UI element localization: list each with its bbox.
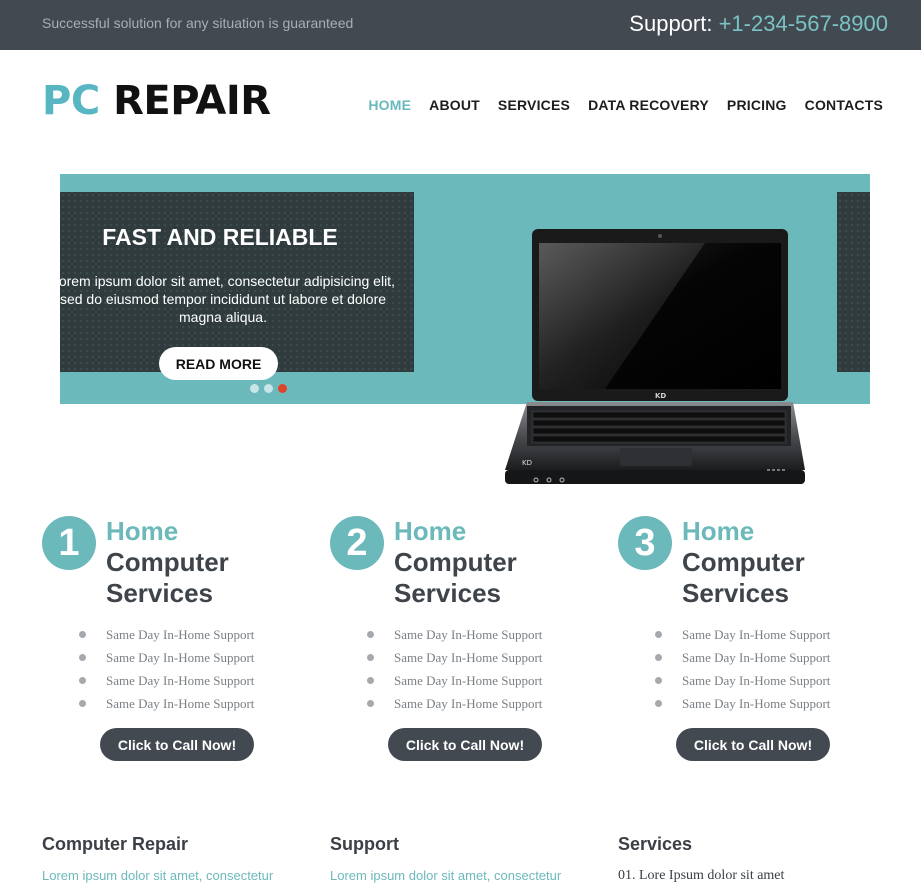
slider-pagination — [250, 384, 287, 393]
logo-pc: PC — [42, 78, 100, 124]
services-column: Services 01. Lore Ipsum dolor sit amet — [618, 834, 868, 885]
phone-number[interactable]: +1-234-567-8900 — [719, 11, 888, 36]
column-link-text[interactable]: Lorem ipsum dolor sit amet, consectetur — [42, 867, 292, 885]
support-phone[interactable]: Support: +1-234-567-8900 — [629, 11, 888, 37]
main-nav: HOME ABOUT SERVICES DATA RECOVERY PRICIN… — [368, 97, 883, 113]
feature-list-item: Same Day In-Home Support — [366, 650, 542, 673]
slide-title: FAST AND RELIABLE — [102, 224, 338, 250]
feature-title-line: Services — [682, 578, 789, 608]
column-title: Support — [330, 834, 399, 854]
nav-data-recovery[interactable]: DATA RECOVERY — [588, 97, 709, 113]
column-link-text[interactable]: Lorem ipsum dolor sit amet, consectetur — [330, 867, 580, 885]
column-title: Services — [618, 834, 693, 854]
slide-text: Lorem ipsum dolor sit amet, consectetur … — [51, 273, 395, 325]
feature-list: Same Day In-Home Support Same Day In-Hom… — [366, 627, 542, 719]
slide-dot-2[interactable] — [264, 384, 273, 393]
feature-list-item: Same Day In-Home Support — [654, 627, 830, 650]
feature-title: Home Computer Services — [394, 516, 594, 609]
feature-title-accent: Home — [682, 516, 755, 546]
call-now-button[interactable]: Click to Call Now! — [676, 728, 830, 761]
feature-title-line: Computer — [394, 547, 517, 577]
support-label: Support: — [629, 11, 719, 36]
logo[interactable]: PC REPAIR — [42, 78, 271, 124]
feature-title: Home Computer Services — [682, 516, 882, 609]
feature-list-item: Same Day In-Home Support — [366, 696, 542, 719]
feature-list-item: Same Day In-Home Support — [654, 696, 830, 719]
laptop-image: KD KD — [505, 229, 805, 484]
column-title: Computer Repair — [42, 834, 189, 854]
top-bar: Successful solution for any situation is… — [0, 0, 921, 50]
feature-number-badge: 3 — [618, 516, 672, 570]
feature-title-accent: Home — [106, 516, 179, 546]
feature-title-line: Services — [394, 578, 501, 608]
laptop-brand: KD — [655, 392, 666, 400]
computer-repair-column: Computer Repair Lorem ipsum dolor sit am… — [42, 834, 292, 885]
feature-list: Same Day In-Home Support Same Day In-Hom… — [654, 627, 830, 719]
feature-number-badge: 1 — [42, 516, 96, 570]
feature-title-accent: Home — [394, 516, 467, 546]
feature-title-line: Computer — [106, 547, 229, 577]
feature-list-item: Same Day In-Home Support — [366, 627, 542, 650]
read-more-button[interactable]: READ MORE — [159, 347, 278, 380]
nav-pricing[interactable]: PRICING — [727, 97, 787, 113]
logo-repair: REPAIR — [113, 78, 271, 124]
svg-text:KD: KD — [522, 459, 532, 467]
feature-list-item: Same Day In-Home Support — [654, 650, 830, 673]
feature-title-line: Computer — [682, 547, 805, 577]
tagline: Successful solution for any situation is… — [42, 15, 354, 31]
nav-about[interactable]: ABOUT — [429, 97, 480, 113]
next-slide-caption — [837, 192, 870, 372]
feature-list-item: Same Day In-Home Support — [654, 673, 830, 696]
slide-caption: FAST AND RELIABLE Lorem ipsum dolor sit … — [51, 192, 414, 380]
feature-title-line: Services — [106, 578, 213, 608]
nav-contacts[interactable]: CONTACTS — [805, 97, 883, 113]
feature-number-badge: 2 — [330, 516, 384, 570]
nav-services[interactable]: SERVICES — [498, 97, 570, 113]
feature-list: Same Day In-Home Support Same Day In-Hom… — [78, 627, 254, 719]
feature-list-item: Same Day In-Home Support — [78, 650, 254, 673]
feature-list-item: Same Day In-Home Support — [78, 627, 254, 650]
nav-home[interactable]: HOME — [368, 97, 411, 113]
support-column: Support Lorem ipsum dolor sit amet, cons… — [330, 834, 580, 885]
slide-dot-1[interactable] — [250, 384, 259, 393]
feature-list-item: Same Day In-Home Support — [366, 673, 542, 696]
feature-list-item: Same Day In-Home Support — [78, 696, 254, 719]
services-list-item[interactable]: 01. Lore Ipsum dolor sit amet — [618, 867, 868, 885]
call-now-button[interactable]: Click to Call Now! — [388, 728, 542, 761]
slide-dot-3[interactable] — [278, 384, 287, 393]
call-now-button[interactable]: Click to Call Now! — [100, 728, 254, 761]
feature-title: Home Computer Services — [106, 516, 306, 609]
feature-list-item: Same Day In-Home Support — [78, 673, 254, 696]
